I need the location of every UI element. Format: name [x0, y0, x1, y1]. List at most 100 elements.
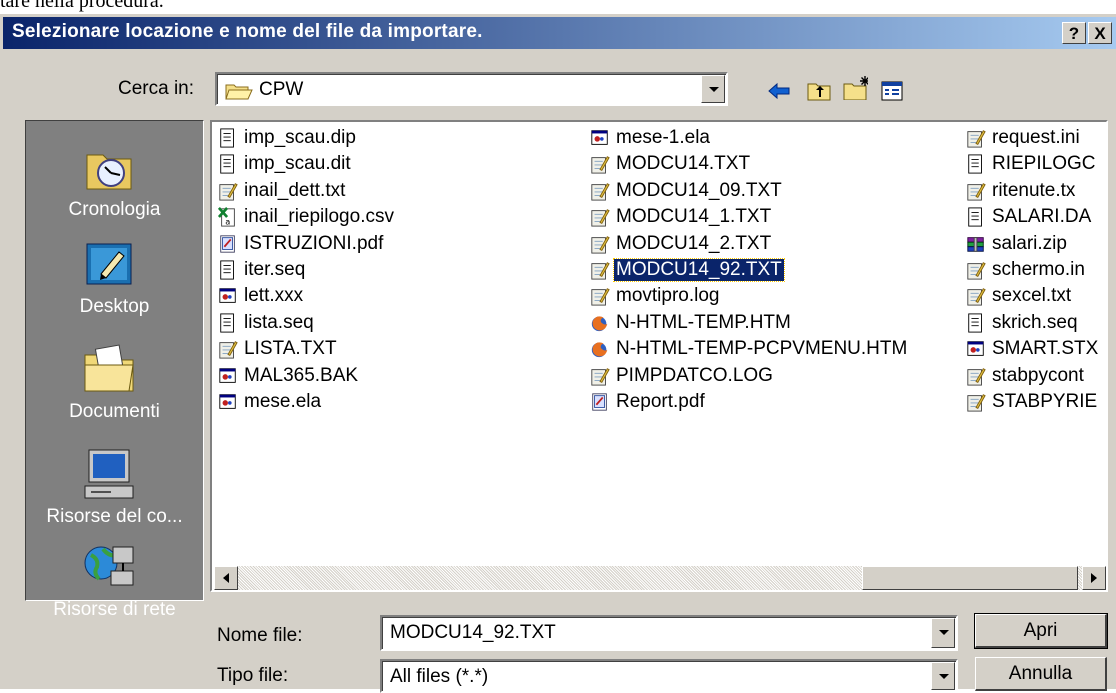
file-name: Report.pdf: [616, 391, 705, 412]
filetype-label: Tipo file:: [217, 665, 289, 686]
app-file-icon: [967, 341, 984, 357]
file-name: RIEPILOGC: [992, 153, 1096, 175]
look-in-value: CPW: [259, 79, 304, 100]
file-name: salari.zip: [992, 232, 1067, 254]
notepad-file-icon: [967, 262, 986, 280]
documents-icon: [84, 344, 134, 392]
pdf-file-icon: [220, 234, 235, 253]
notepad-file-icon: [967, 182, 986, 201]
file-name: ISTRUZIONI.pdf: [244, 232, 384, 254]
file-name: sexcel.txt: [992, 285, 1072, 307]
arrow-left-icon: [223, 573, 229, 583]
notepad-file-icon: [967, 367, 986, 386]
file-name: MODCU14_2.TXT: [616, 232, 772, 254]
scroll-right-button[interactable]: [1082, 566, 1106, 590]
network-icon: [84, 546, 134, 586]
file-name: SALARI.DA: [992, 206, 1092, 228]
folder-open-icon: [225, 84, 253, 100]
excel-file-icon: a: [218, 207, 235, 227]
place-label: Cronologia: [68, 199, 161, 220]
file-name: movtipro.log: [616, 285, 720, 307]
text-file-icon: [220, 313, 234, 333]
filetype-value: All files (*.*): [390, 666, 489, 687]
scroll-thumb[interactable]: [862, 566, 1078, 590]
file-name: MODCU14_1.TXT: [616, 206, 772, 228]
notepad-file-icon: [591, 156, 610, 174]
filename-dropdown-button[interactable]: [931, 618, 955, 648]
file-name: SMART.STX: [992, 338, 1099, 360]
notepad-file-icon: [967, 288, 986, 306]
place-my-computer[interactable]: Risorse del co...: [26, 448, 203, 544]
text-file-icon: [220, 260, 234, 280]
new-folder-icon[interactable]: [842, 74, 868, 100]
arrow-right-icon: [1091, 573, 1097, 583]
open-button[interactable]: Apri: [974, 613, 1108, 649]
file-name: iter.seq: [244, 259, 306, 280]
close-button[interactable]: X: [1088, 22, 1112, 44]
file-name: MODCU14_92.TXT: [613, 258, 785, 282]
firefox-file-icon: [591, 316, 608, 331]
desktop-icon: [86, 243, 132, 285]
place-desktop[interactable]: Desktop: [26, 238, 203, 334]
text-file-icon: [220, 154, 234, 174]
notepad-file-icon: [591, 182, 610, 201]
file-name: N-HTML-TEMP-PCPVMENU.HTM: [616, 338, 908, 360]
file-name: N-HTML-TEMP.HTM: [616, 311, 791, 333]
document-text: tare nella procedura.: [0, 0, 164, 12]
zip-file-icon: [967, 236, 984, 252]
file-name: mese-1.ela: [616, 127, 710, 148]
view-menu-icon[interactable]: [880, 78, 906, 104]
app-file-icon: [219, 288, 236, 304]
filename-value: MODCU14_92.TXT: [390, 622, 556, 643]
notepad-file-icon: [219, 182, 238, 201]
text-file-icon: [968, 207, 982, 227]
place-documents[interactable]: Documenti: [26, 343, 203, 439]
notepad-file-icon: [591, 367, 610, 386]
help-button[interactable]: ?: [1062, 22, 1086, 44]
file-name: imp_scau.dit: [244, 153, 351, 175]
place-history[interactable]: Cronologia: [26, 141, 203, 237]
place-label: Documenti: [69, 401, 160, 422]
file-name: STABPYRIE: [992, 391, 1098, 412]
filetype-dropdown-button[interactable]: [931, 662, 955, 690]
file-name: skrich.seq: [992, 311, 1078, 333]
app-file-icon: [219, 394, 236, 409]
file-name: lett.xxx: [244, 285, 304, 307]
text-file-icon: [968, 154, 982, 174]
notepad-file-icon: [967, 130, 986, 148]
look-in-dropdown-button[interactable]: [701, 75, 725, 103]
notepad-file-icon: [967, 394, 986, 412]
look-in-label: Cerca in:: [118, 78, 195, 99]
firefox-file-icon: [591, 342, 608, 358]
file-open-dialog: Selezionare locazione e nome del file da…: [0, 14, 1116, 693]
place-network[interactable]: Risorse di rete: [26, 541, 203, 637]
place-label: Risorse del co...: [46, 506, 183, 527]
up-folder-icon[interactable]: [806, 78, 832, 104]
file-name: mese.ela: [244, 391, 322, 412]
horizontal-scrollbar[interactable]: [214, 566, 1106, 590]
dialog-title: Selezionare locazione e nome del file da…: [12, 21, 483, 42]
cancel-button[interactable]: Annulla: [975, 657, 1107, 691]
look-in-combo[interactable]: CPW: [215, 72, 728, 106]
scroll-left-button[interactable]: [214, 566, 238, 590]
file-name: MAL365.BAK: [244, 364, 359, 386]
notepad-file-icon: [591, 262, 610, 280]
text-file-icon: [220, 128, 234, 148]
notepad-file-icon: [591, 288, 610, 306]
back-arrow-icon[interactable]: [766, 78, 792, 104]
file-name: PIMPDATCO.LOG: [616, 364, 773, 386]
place-label: Desktop: [79, 296, 150, 317]
pdf-file-icon: [592, 393, 607, 411]
notepad-file-icon: [591, 209, 610, 227]
file-name: LISTA.TXT: [244, 338, 337, 360]
app-file-icon: [591, 130, 608, 145]
file-name: schermo.in: [992, 259, 1085, 280]
filetype-select[interactable]: All files (*.*): [380, 659, 958, 693]
text-file-icon: [968, 313, 982, 333]
filename-label: Nome file:: [217, 625, 303, 646]
filename-input[interactable]: MODCU14_92.TXT: [380, 615, 958, 651]
file-list[interactable]: imp_scau.dip imp_scau.dit inail_dett.txt a i…: [210, 120, 1108, 592]
file-name: imp_scau.dip: [244, 127, 356, 148]
file-name: inail_riepilogo.csv: [244, 206, 394, 228]
my-computer-icon: [84, 449, 134, 499]
